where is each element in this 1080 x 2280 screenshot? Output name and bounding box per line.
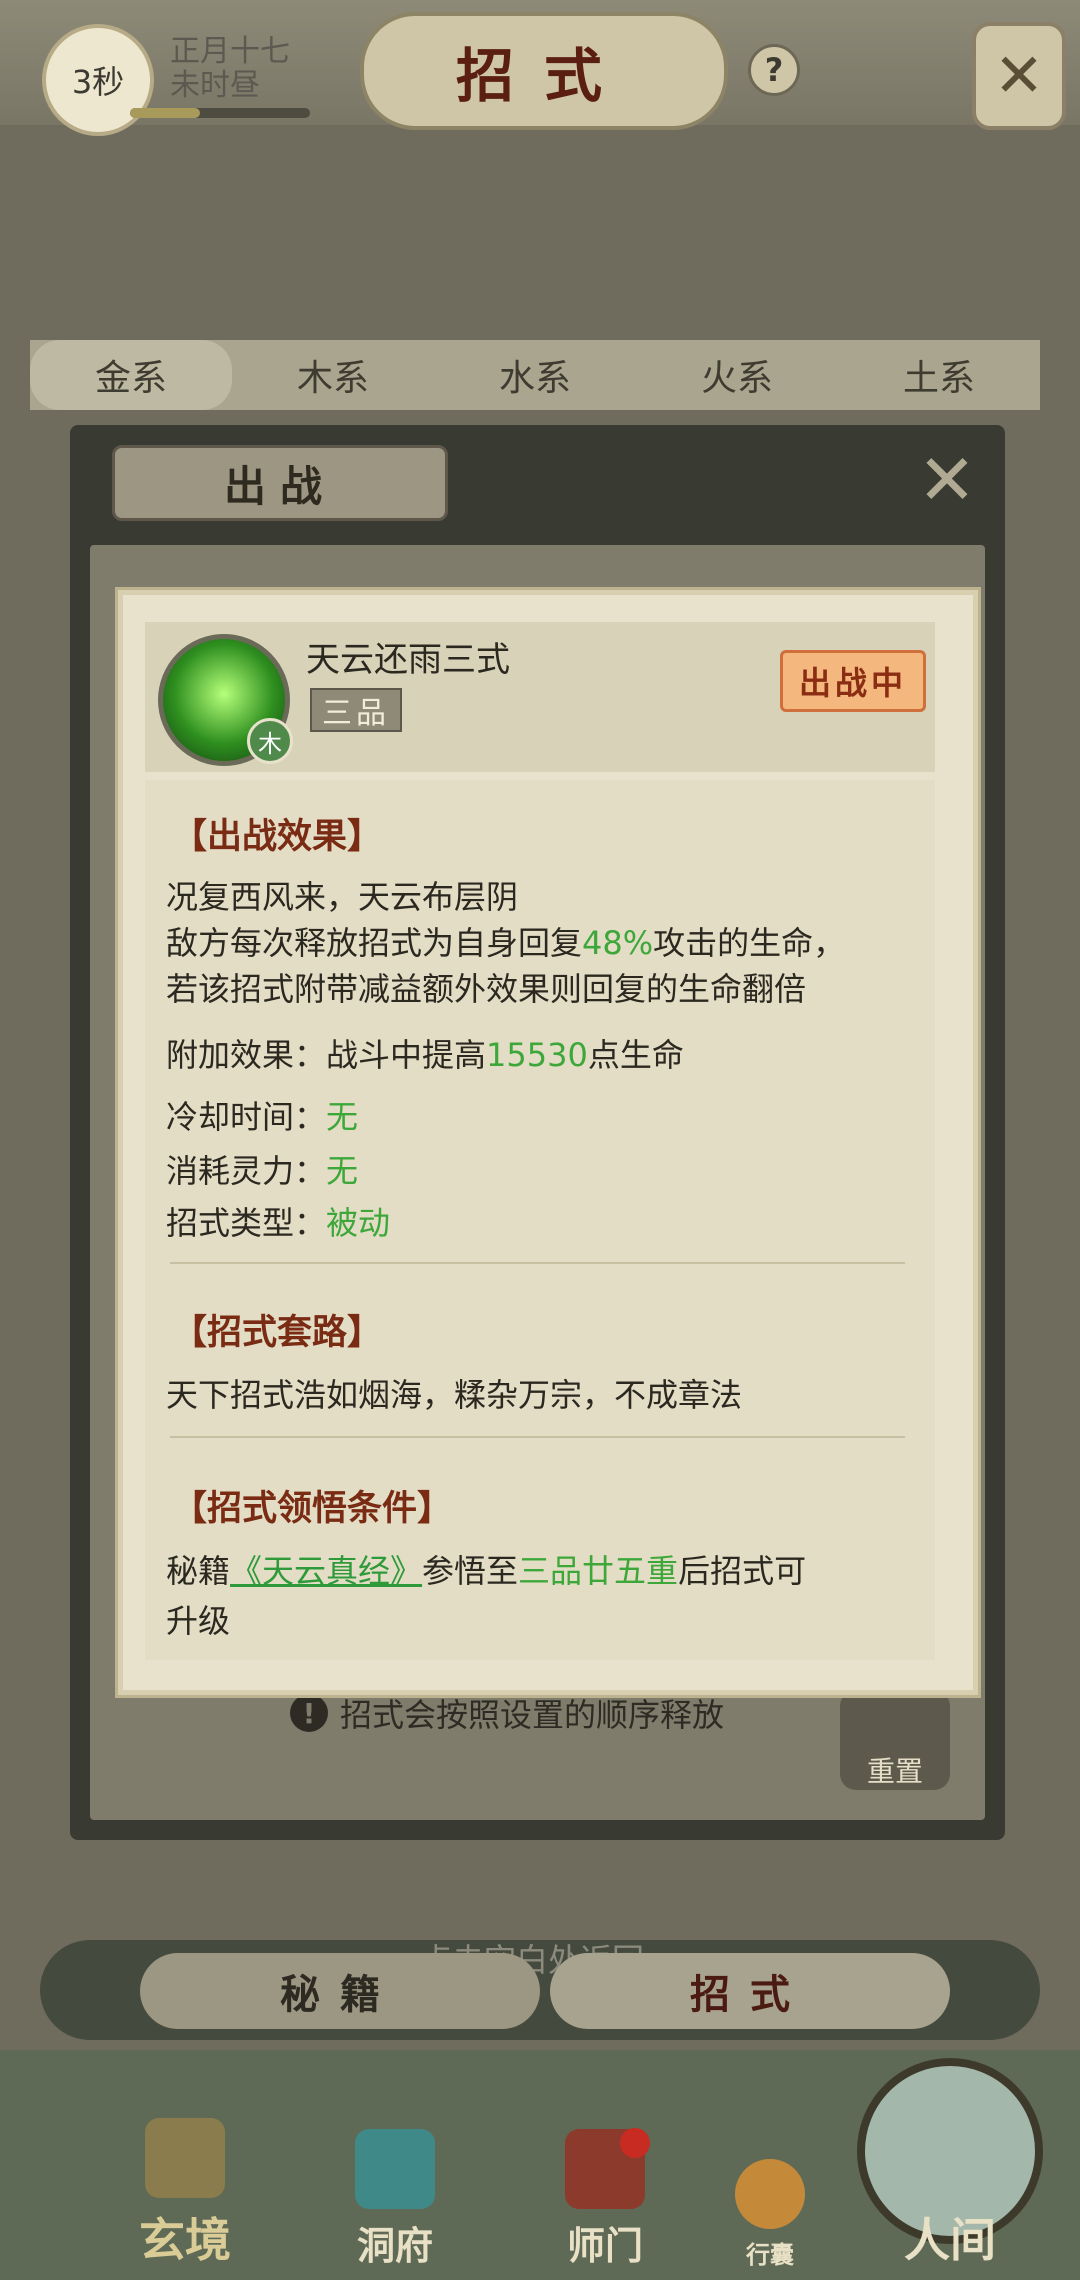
nav-mortal-world[interactable]: 人间 <box>850 2050 1050 2270</box>
secret-book-link[interactable]: 《天云真经》 <box>230 1552 422 1590</box>
pouch-icon <box>735 2159 805 2229</box>
section-divider <box>170 1436 905 1438</box>
extra-hp-value: 15530 <box>486 1036 588 1074</box>
nav-label: 人间 <box>904 2213 996 2267</box>
tab-skills[interactable]: 招式 <box>550 1953 950 2029</box>
nav-label: 师门 <box>566 2223 643 2268</box>
tab-metal[interactable]: 金系 <box>30 340 232 410</box>
effect-line: 况复西风来，天云布层阴 <box>166 878 519 916</box>
time-progress-fill <box>130 108 200 118</box>
page-title: 招式 <box>455 42 632 110</box>
nav-bag[interactable]: 行囊 <box>715 2140 825 2270</box>
element-tabs: 金系 木系 水系 火系 土系 <box>30 340 1040 410</box>
pavilion-icon <box>355 2129 435 2209</box>
section-divider <box>170 1262 905 1264</box>
cooldown-value: 无 <box>326 1098 359 1136</box>
nav-label: 玄境 <box>139 2213 231 2267</box>
routine-section-title: 【招式套路】 <box>172 1312 383 1353</box>
tab-water[interactable]: 水系 <box>434 340 636 410</box>
routine-text: 天下招式浩如烟海，糅杂万宗，不成章法 <box>166 1376 743 1414</box>
exclamation-icon: ! <box>290 1694 328 1732</box>
tab-wood[interactable]: 木系 <box>232 340 434 410</box>
nav-mystic-realm[interactable]: 玄境 <box>110 2100 260 2270</box>
help-button[interactable]: ? <box>748 44 800 96</box>
time-of-day: 未时昼 <box>170 68 260 103</box>
close-button[interactable]: ✕ <box>972 22 1066 130</box>
deployed-status-badge: 出战中 <box>780 650 926 712</box>
extra-effect: 附加效果：战斗中提高15530点生命 <box>166 1036 684 1074</box>
scroll-icon <box>145 2118 225 2198</box>
notification-dot <box>620 2128 650 2158</box>
panel-close-button[interactable]: ✕ <box>912 439 982 521</box>
condition-text: 秘籍《天云真经》参悟至三品廿五重后招式可 <box>166 1552 807 1590</box>
nav-label: 行囊 <box>746 2240 794 2269</box>
spirit-cost-value: 无 <box>326 1152 359 1190</box>
wood-element-badge: 木 <box>247 718 293 764</box>
required-level: 三品廿五重 <box>518 1552 679 1590</box>
skill-type-value: 被动 <box>326 1204 391 1242</box>
tab-earth[interactable]: 土系 <box>838 340 1040 410</box>
order-hint: ! 招式会按照设置的顺序释放 <box>290 1690 724 1736</box>
skill-type-row: 招式类型：被动 <box>166 1204 391 1242</box>
order-hint-text: 招式会按照设置的顺序释放 <box>340 1696 725 1734</box>
reset-button[interactable]: 重置 <box>840 1690 950 1790</box>
deploy-panel-title: 出战 <box>112 445 448 521</box>
nav-sect[interactable]: 师门 <box>540 2110 670 2270</box>
effect-line: 若该招式附带减益额外效果则回复的生命翻倍 <box>166 970 807 1008</box>
close-icon: ✕ <box>993 41 1045 111</box>
tab-secret-books[interactable]: 秘籍 <box>140 1953 540 2029</box>
heal-percent: 48% <box>582 924 654 962</box>
tab-fire[interactable]: 火系 <box>636 340 838 410</box>
effect-section-title: 【出战效果】 <box>172 816 383 857</box>
cooldown-row: 冷却时间：无 <box>166 1098 359 1136</box>
condition-text-line2: 升级 <box>166 1602 231 1640</box>
nav-label: 洞府 <box>356 2223 433 2268</box>
page-title-plaque: 招式 <box>360 12 728 130</box>
spirit-cost-row: 消耗灵力：无 <box>166 1152 359 1190</box>
nav-cave-dwelling[interactable]: 洞府 <box>330 2110 460 2270</box>
condition-section-title: 【招式领悟条件】 <box>172 1488 453 1529</box>
skill-name: 天云还雨三式 <box>306 640 510 680</box>
skill-grade-badge: 三品 <box>310 688 402 732</box>
close-icon: ✕ <box>917 439 977 521</box>
effect-line: 敌方每次释放招式为自身回复48%攻击的生命， <box>166 924 846 962</box>
timer-badge: 3秒 <box>42 24 154 136</box>
